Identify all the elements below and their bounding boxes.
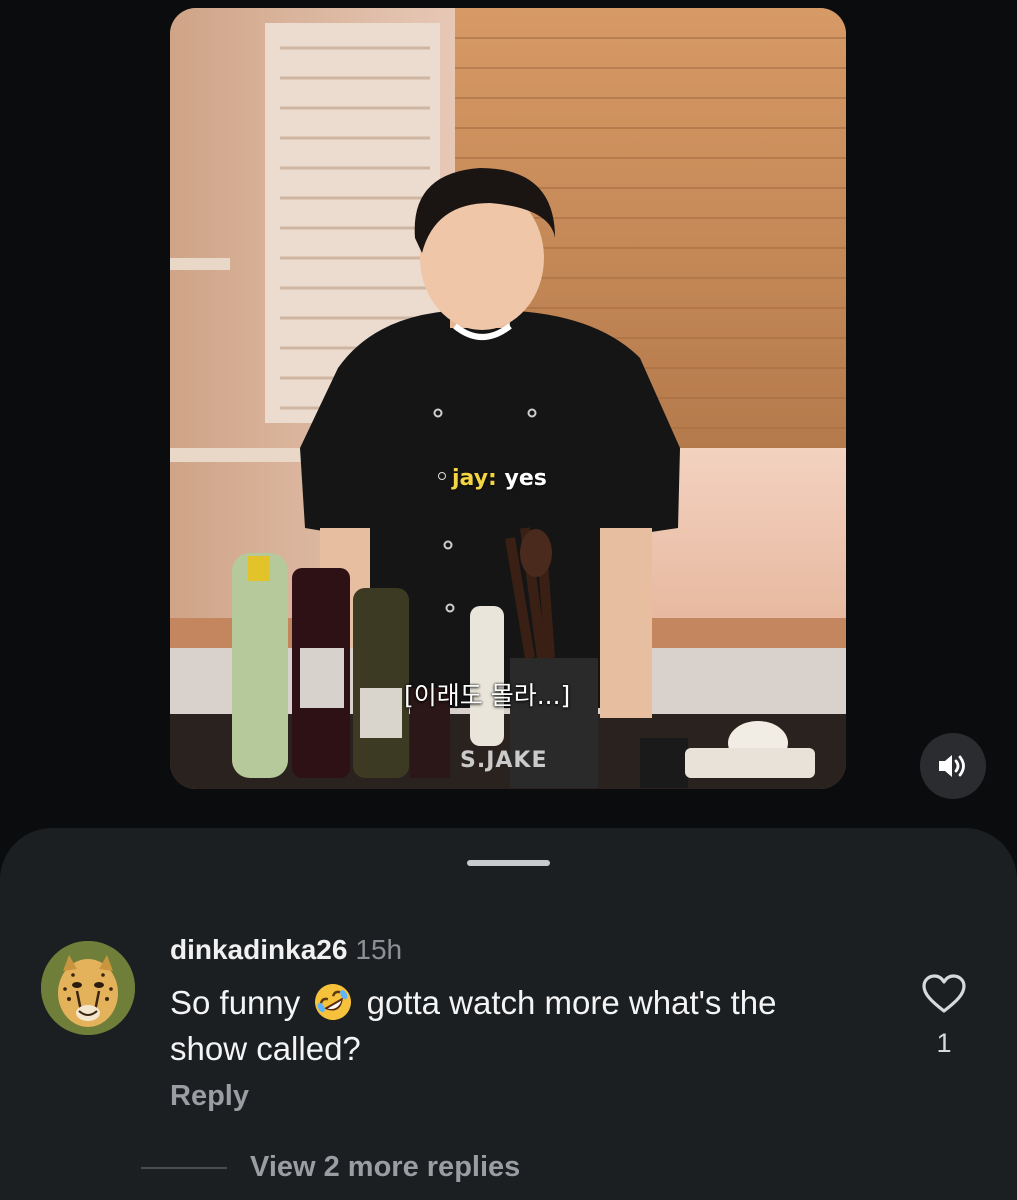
video-watermark: S.JAKE [460, 748, 548, 773]
reply-button[interactable]: Reply [170, 1080, 249, 1113]
avatar[interactable] [41, 941, 135, 1035]
caption-speaker: jay: [452, 466, 497, 491]
heart-outline-icon [922, 974, 966, 1013]
comment-header: dinkadinka26 15h [170, 934, 402, 966]
comment-text-part-1: So funny [170, 984, 301, 1021]
video-player[interactable]: jay: yes [이래도 몰라...] S.JAKE [170, 8, 846, 789]
like-button[interactable] [921, 973, 967, 1015]
screen: jay: yes [이래도 몰라...] S.JAKE dinkadinka26… [0, 0, 1017, 1200]
comment-item: dinkadinka26 15h So funny gotta watch mo… [0, 828, 1017, 1200]
replies-divider [141, 1167, 227, 1169]
rolling-on-floor-laughing-emoji [315, 984, 352, 1020]
video-subtitle: [이래도 몰라...] [404, 681, 571, 710]
video-caption: jay: yes [438, 466, 547, 491]
cheetah-avatar-icon [41, 941, 135, 1035]
volume-on-icon [939, 755, 965, 777]
caption-text: yes [504, 466, 547, 491]
caption-bullet [438, 472, 446, 480]
like-count: 1 [936, 1028, 952, 1058]
volume-button[interactable] [920, 733, 986, 799]
video-frame [170, 8, 846, 789]
view-more-replies-button[interactable]: View 2 more replies [250, 1151, 520, 1184]
comment-body: So funny gotta watch more what's the sho… [170, 980, 850, 1072]
comment-username[interactable]: dinkadinka26 [170, 934, 347, 965]
comment-timestamp: 15h [355, 934, 403, 965]
comments-sheet: dinkadinka26 15h So funny gotta watch mo… [0, 828, 1017, 1200]
